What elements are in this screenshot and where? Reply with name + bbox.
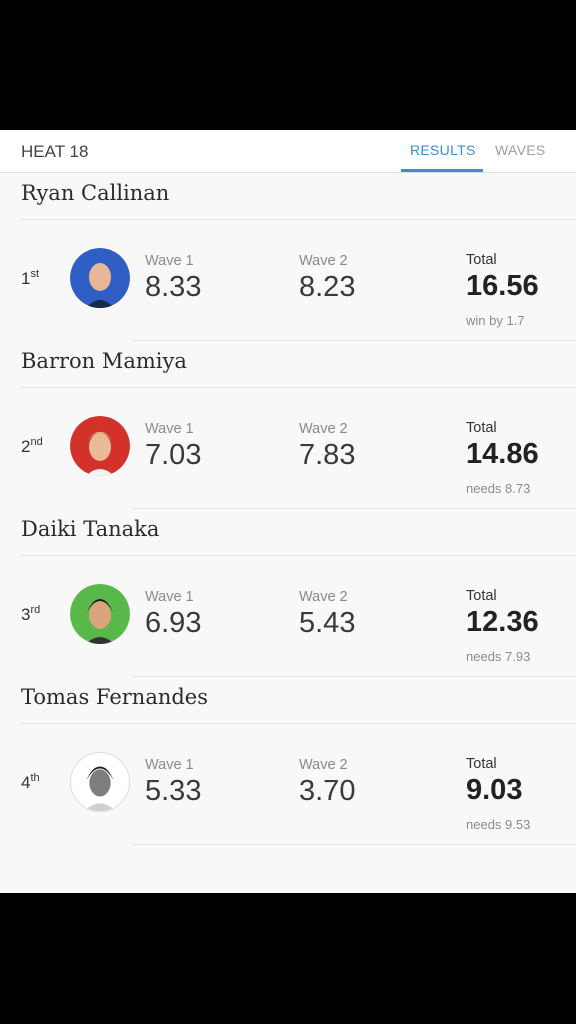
wave2-score: 8.23 [299, 271, 356, 303]
divider [21, 723, 576, 724]
avatar [70, 416, 130, 476]
surfer-row[interactable]: Daiki Tanaka 3rd Wave 1 6.93 Wave 2 5.43… [0, 508, 576, 677]
total-score: 9.03 [466, 774, 523, 806]
total-label: Total [466, 252, 497, 268]
wave1-label: Wave 1 [145, 421, 194, 437]
divider [21, 387, 576, 388]
divider [21, 555, 576, 556]
wave1-score: 8.33 [145, 271, 202, 303]
total-label: Total [466, 588, 497, 604]
surfer-name: Ryan Callinan [21, 181, 170, 205]
wave1-score: 7.03 [145, 439, 202, 471]
total-label: Total [466, 756, 497, 772]
surfer-name: Tomas Fernandes [21, 685, 209, 709]
wave2-score: 5.43 [299, 607, 356, 639]
surfer-row[interactable]: Ryan Callinan 1st Wave 1 8.33 Wave 2 8.2… [0, 172, 576, 341]
avatar [70, 248, 130, 308]
wave2-score: 7.83 [299, 439, 356, 471]
wave1-label: Wave 1 [145, 757, 194, 773]
rank: 2nd [21, 436, 43, 456]
tab-waves[interactable]: WAVES [495, 142, 546, 158]
avatar [70, 584, 130, 644]
rank: 4th [21, 772, 40, 792]
surfer-name: Barron Mamiya [21, 349, 187, 373]
heat-title: HEAT 18 [21, 142, 89, 161]
results-screen: HEAT 18 RESULTS WAVES Ryan Callinan 1st … [0, 130, 576, 893]
wave1-score: 5.33 [145, 775, 202, 807]
wave2-label: Wave 2 [299, 253, 348, 269]
result-status: needs 8.73 [466, 481, 531, 496]
wave2-label: Wave 2 [299, 589, 348, 605]
avatar [70, 752, 130, 812]
rank: 1st [21, 268, 40, 288]
divider [133, 844, 576, 845]
surfer-row[interactable]: Barron Mamiya 2nd Wave 1 7.03 Wave 2 7.8… [0, 340, 576, 509]
wave1-label: Wave 1 [145, 589, 194, 605]
surfer-row[interactable]: Tomas Fernandes 4th Wave 1 5.33 Wave 2 3… [0, 676, 576, 845]
rank: 3rd [21, 604, 41, 624]
total-score: 12.36 [466, 606, 539, 638]
total-score: 16.56 [466, 270, 539, 302]
divider [21, 219, 576, 220]
heat-header: HEAT 18 RESULTS WAVES [0, 130, 576, 173]
result-status: needs 7.93 [466, 649, 531, 664]
wave2-label: Wave 2 [299, 757, 348, 773]
total-score: 14.86 [466, 438, 539, 470]
wave2-label: Wave 2 [299, 421, 348, 437]
result-status: needs 9.53 [466, 817, 531, 832]
wave1-score: 6.93 [145, 607, 202, 639]
wave1-label: Wave 1 [145, 253, 194, 269]
surfer-name: Daiki Tanaka [21, 517, 160, 541]
result-status: win by 1.7 [466, 313, 525, 328]
total-label: Total [466, 420, 497, 436]
wave2-score: 3.70 [299, 775, 356, 807]
tab-results[interactable]: RESULTS [410, 142, 476, 158]
